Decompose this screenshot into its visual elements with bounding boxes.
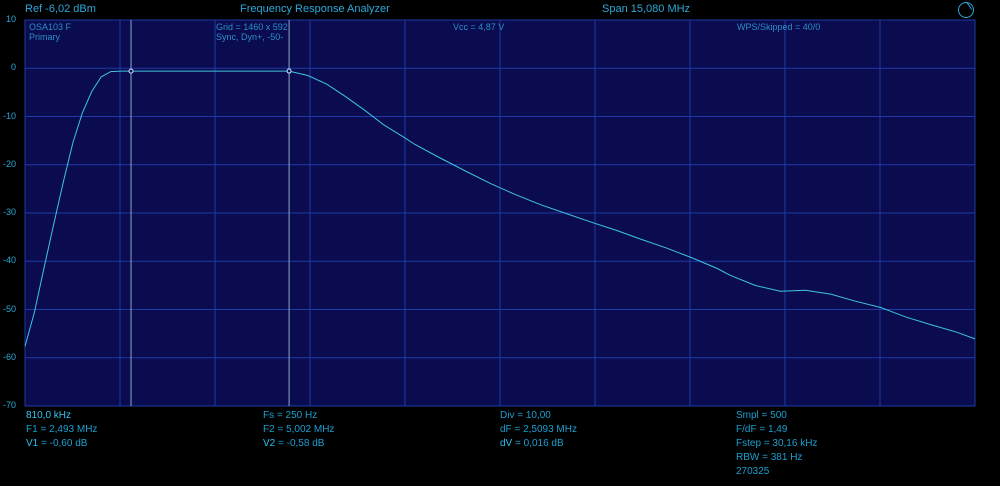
dv-readout: dV = 0,016 dB (500, 438, 564, 449)
f2-readout: F2 = 5,002 MHz (263, 424, 335, 435)
marker-point-v2[interactable] (286, 68, 292, 74)
grid-info: Grid = 1460 x 592 (216, 22, 288, 32)
fs-readout: Fs = 250 Hz (263, 410, 318, 421)
sync-info: Sync, Dyn+, -50- (216, 32, 284, 42)
v2-key: V2 (263, 438, 276, 449)
dv-key: dV (500, 438, 513, 449)
device-label: OSA103 F (29, 22, 72, 32)
rbw-readout: RBW = 381 Hz (736, 452, 803, 463)
dv-value: = 0,016 dB (512, 438, 564, 449)
v1-value: = -0,60 dB (38, 438, 88, 449)
trace-label: Primary (29, 32, 60, 42)
wps-readout: WPS/Skipped = 40/0 (737, 22, 821, 32)
v1-readout: V1 = -0,60 dB (26, 438, 87, 449)
v2-readout: V2 = -0,58 dB (263, 438, 324, 449)
start-frequency: 810,0 kHz (26, 410, 72, 421)
div-readout: Div = 10,00 (500, 410, 551, 421)
marker-point-v1[interactable] (128, 68, 134, 74)
fdf-readout: F/dF = 1,49 (736, 424, 788, 435)
smpl-readout: Smpl = 500 (736, 410, 787, 421)
v2-value: = -0,58 dB (275, 438, 325, 449)
v1-key: V1 (26, 438, 39, 449)
date-readout: 270325 (736, 466, 770, 477)
f1-readout: F1 = 2,493 MHz (26, 424, 98, 435)
df-readout: dF = 2,5093 MHz (500, 424, 577, 435)
fstep-readout: Fstep = 30,16 kHz (736, 438, 818, 449)
vcc-readout: Vcc = 4,87 V (453, 22, 505, 32)
